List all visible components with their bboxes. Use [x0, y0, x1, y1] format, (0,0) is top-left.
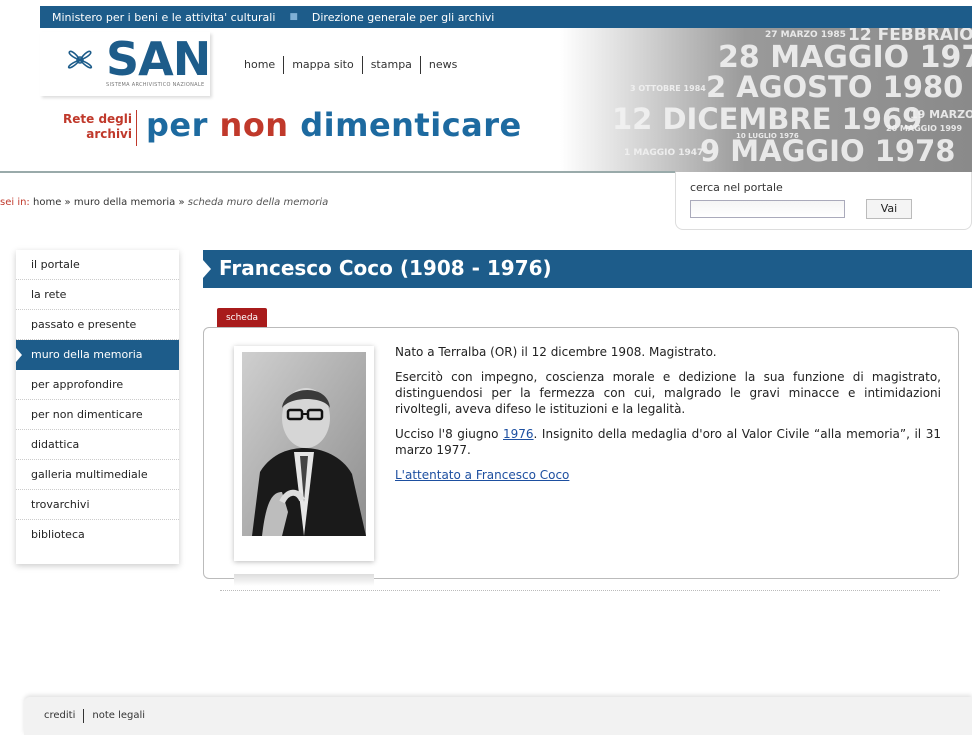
biography-paragraph: Ucciso l'8 giugno 1976. Insignito della … [395, 426, 941, 458]
banner-date: 12 DICEMBRE 1969 [612, 102, 923, 136]
breadcrumb-separator: » [64, 197, 71, 208]
ministry-link[interactable]: Ministero per i beni e le attivita' cult… [52, 11, 275, 24]
attentato-link[interactable]: L'attentato a Francesco Coco [395, 468, 569, 482]
sidebar-item-galleria[interactable]: galleria multimediale [16, 460, 179, 490]
page-title-bar: Francesco Coco (1908 - 1976) [203, 250, 972, 288]
footer-credits-link[interactable]: crediti [44, 709, 83, 723]
nav-sitemap-link[interactable]: mappa sito [283, 56, 362, 74]
nav-print-link[interactable]: stampa [361, 56, 420, 74]
biography-paragraph: L'attentato a Francesco Coco [395, 467, 941, 483]
brand-part-c: dimenticare [288, 106, 522, 144]
portrait-photo [242, 352, 366, 536]
sidebar-item-non-dimenticare[interactable]: per non dimenticare [16, 400, 179, 430]
rete-archivi-label[interactable]: Rete degli archivi [52, 112, 132, 142]
ministry-topbar: Ministero per i beni e le attivita' cult… [40, 6, 972, 28]
breadcrumb-separator: » [178, 197, 185, 208]
breadcrumb-current: scheda muro della memoria [187, 197, 329, 208]
sidebar-item-portale[interactable]: il portale [16, 250, 179, 280]
page-title: Francesco Coco (1908 - 1976) [219, 256, 552, 280]
sidebar-item-passato-presente[interactable]: passato e presente [16, 310, 179, 340]
page-footer: crediti note legali [24, 697, 972, 735]
dates-banner: 27 MARZO 1985 12 FEBBRAIO 1980 28 MAGGIO… [560, 28, 972, 172]
brand-part-b: non [219, 106, 289, 144]
paragraph-text: Ucciso l'8 giugno [395, 427, 503, 441]
breadcrumb-label: sei in: [0, 197, 30, 208]
biography-paragraph: Nato a Terralba (OR) il 12 dicembre 1908… [395, 345, 717, 359]
footer-legal-link[interactable]: note legali [83, 709, 153, 723]
brand-part-a: per [146, 106, 220, 144]
rete-line1: Rete degli [63, 112, 132, 126]
banner-date: 19 MARZO 2 [910, 108, 972, 121]
sidebar-item-trovarchivi[interactable]: trovarchivi [16, 490, 179, 520]
site-brand-title[interactable]: per non dimenticare [146, 106, 522, 144]
rete-line2: archivi [86, 127, 132, 141]
square-separator-icon: ■ [289, 12, 298, 22]
sidebar-item-didattica[interactable]: didattica [16, 430, 179, 460]
sidebar-item-rete[interactable]: la rete [16, 280, 179, 310]
sidebar-menu: il portale la rete passato e presente mu… [16, 250, 179, 564]
breadcrumb: sei in: home » muro della memoria » sche… [0, 197, 328, 208]
portrait-frame [234, 346, 374, 586]
person-card: Nato a Terralba (OR) il 12 dicembre 1908… [203, 327, 959, 586]
flower-logo-icon [67, 50, 93, 69]
nav-home-link[interactable]: home [242, 56, 283, 74]
header-divider [0, 171, 675, 173]
san-logo-text: SAN [106, 32, 211, 86]
tab-scheda[interactable]: scheda [217, 308, 267, 328]
banner-date: 3 OTTOBRE 1984 [630, 84, 706, 93]
banner-date: 1 MAGGIO 1947 [624, 148, 704, 158]
san-logo[interactable]: SAN SISTEMA ARCHIVISTICO NAZIONALE [40, 32, 211, 96]
portrait-reflection [234, 574, 374, 586]
banner-date: 27 MARZO 1985 [765, 30, 846, 40]
breadcrumb-section-link[interactable]: muro della memoria [74, 197, 175, 208]
search-panel: cerca nel portale Vai [675, 172, 972, 230]
top-navigation: home mappa sito stampa news [242, 56, 465, 74]
breadcrumb-home-link[interactable]: home [33, 197, 61, 208]
search-input[interactable] [690, 200, 845, 218]
sidebar-item-muro-memoria[interactable]: muro della memoria [16, 340, 179, 370]
footer-links: crediti note legali [44, 709, 153, 723]
site-header: SAN SISTEMA ARCHIVISTICO NAZIONALE home … [0, 28, 972, 172]
sidebar-item-biblioteca[interactable]: biblioteca [16, 520, 179, 550]
biography-text: Nato a Terralba (OR) il 12 dicembre 1908… [395, 344, 941, 492]
brand-divider [136, 110, 137, 146]
banner-date: 2 AGOSTO 1980 [706, 70, 964, 104]
san-logo-subtitle: SISTEMA ARCHIVISTICO NAZIONALE [106, 82, 205, 88]
nav-news-link[interactable]: news [419, 56, 465, 74]
search-label: cerca nel portale [690, 181, 783, 194]
banner-date: 20 MAGGIO 1999 [886, 124, 963, 133]
sidebar-item-approfondire[interactable]: per approfondire [16, 370, 179, 400]
content-divider [220, 590, 940, 591]
banner-date: 9 MAGGIO 1978 [700, 134, 956, 168]
search-button[interactable]: Vai [866, 199, 912, 219]
biography-paragraph: Esercitò con impegno, coscienza morale e… [395, 370, 941, 416]
year-link[interactable]: 1976 [503, 427, 534, 441]
direction-link[interactable]: Direzione generale per gli archivi [312, 11, 494, 24]
